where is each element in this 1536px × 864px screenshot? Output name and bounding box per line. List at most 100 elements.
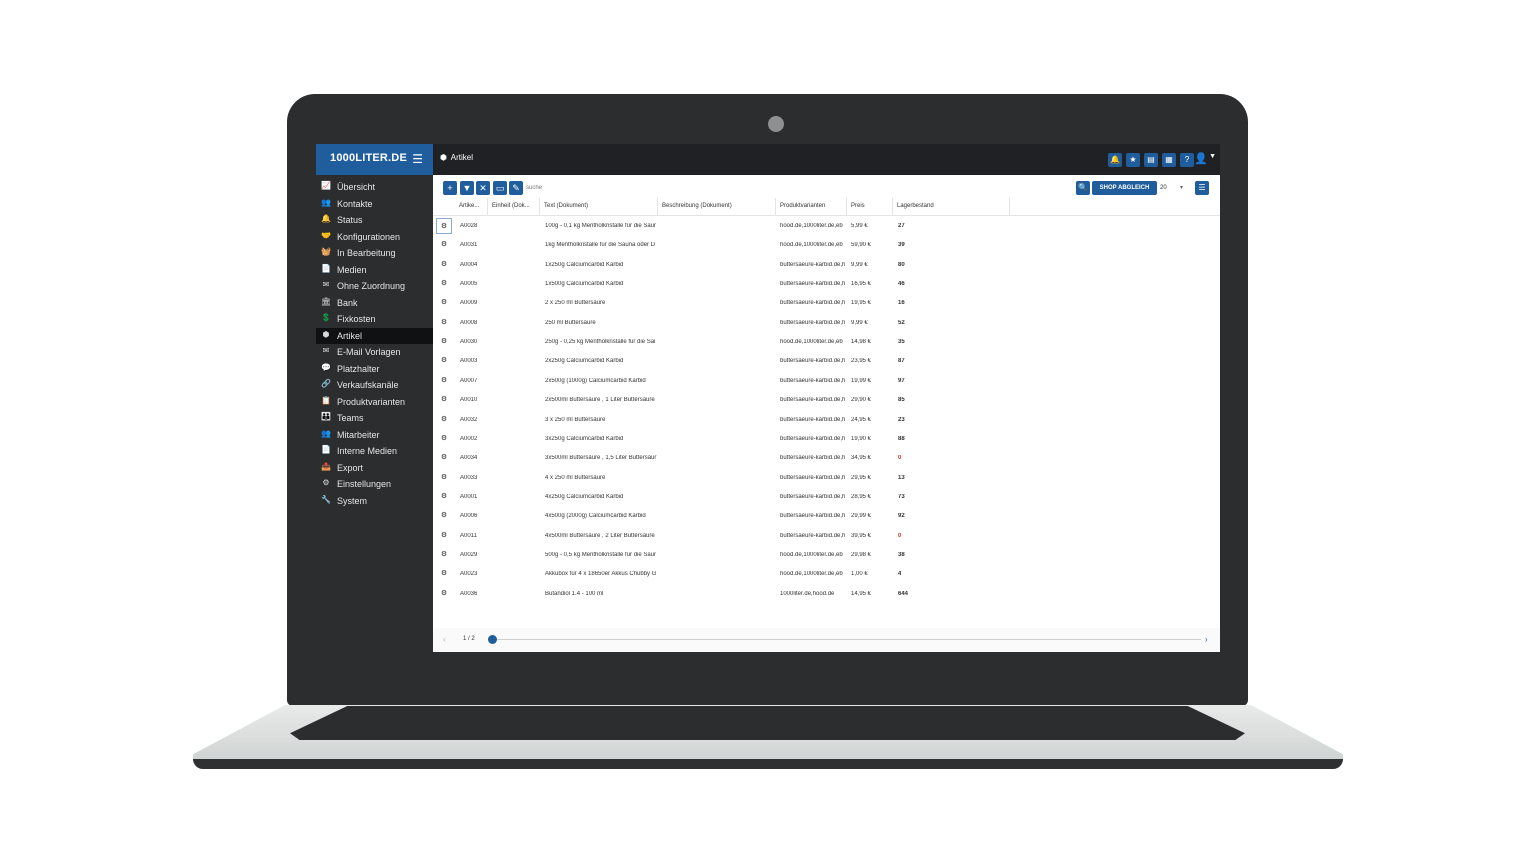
clear-filter-button[interactable]: ✕: [476, 181, 490, 195]
filter-button[interactable]: ▼: [460, 181, 474, 195]
column-header-variants[interactable]: Produktvarianten: [776, 198, 847, 215]
book-icon[interactable]: ▤: [1144, 153, 1158, 167]
gear-icon[interactable]: ⚙: [436, 566, 452, 582]
user-menu-caret-icon[interactable]: ▼: [1209, 153, 1216, 160]
page-size-select[interactable]: 20: [1160, 185, 1167, 191]
gear-icon[interactable]: ⚙: [436, 508, 452, 524]
table-row[interactable]: ⚙ A0034 3x500ml Buttersäure , 1,5 Liter Bu…: [433, 448, 1220, 467]
hamburger-icon[interactable]: ☰: [412, 152, 423, 166]
edit-view-button[interactable]: ✎: [509, 181, 523, 195]
column-list-button[interactable]: ☰: [1195, 181, 1209, 195]
column-header-stock[interactable]: Lagerbestand: [893, 198, 1010, 215]
table-row[interactable]: ⚙ A0028 100g - 0,1 kg Mentholkristalle für…: [433, 216, 1220, 235]
table-row[interactable]: ⚙ A0003 2x250g Calciumcarbid Karbid butters…: [433, 351, 1220, 370]
gear-icon[interactable]: ⚙: [436, 315, 452, 331]
table-row[interactable]: ⚙ A0009 2 x 250 ml Buttersäure buttersaeure…: [433, 293, 1220, 312]
sidebar-item-system[interactable]: 🔧 System: [316, 493, 433, 509]
table-row[interactable]: ⚙ A0030 250g - 0,25 kg Mentholkristalle fü…: [433, 332, 1220, 351]
sidebar-item-produktvarianten[interactable]: 📋 Produktvarianten: [316, 394, 433, 410]
chevron-right-icon[interactable]: ›: [1205, 635, 1208, 644]
cell-stock: 23: [898, 416, 905, 423]
table-row[interactable]: ⚙ A0036 Butandiol 1.4 - 100 ml 1000liter.de…: [433, 584, 1220, 603]
gear-icon[interactable]: ⚙: [436, 470, 452, 486]
gear-icon[interactable]: ⚙: [436, 528, 452, 544]
column-header-price[interactable]: Preis: [847, 198, 893, 215]
sidebar-item-mitarbeiter[interactable]: 👥 Mitarbeiter: [316, 427, 433, 443]
sidebar-item-kontakte[interactable]: 👥 Kontakte: [316, 196, 433, 212]
column-header-article[interactable]: Artike...: [455, 198, 488, 215]
sidebar-item-artikel[interactable]: ⬢ Artikel: [316, 327, 433, 344]
chevron-down-icon[interactable]: ▾: [1180, 184, 1183, 191]
sidebar-item-status[interactable]: 🔔 Status: [316, 212, 433, 228]
table-row[interactable]: ⚙ A0001 4x250g Calciumcarbid Karbid butters…: [433, 487, 1220, 506]
page-scroll-handle[interactable]: [488, 635, 497, 644]
handshake-icon: 🤝: [321, 230, 331, 240]
table-row[interactable]: ⚙ A0002 3x250g Calciumcarbid Karbid butters…: [433, 429, 1220, 448]
calendar-icon[interactable]: ▦: [1162, 153, 1176, 167]
user-icon[interactable]: 👤: [1194, 152, 1208, 165]
sidebar-item-ohne-zuordnung[interactable]: ✉ Ohne Zuordnung: [316, 278, 433, 294]
sidebar-item-platzhalter[interactable]: 💬 Platzhalter: [316, 361, 433, 377]
column-header-description[interactable]: Beschreibung (Dokument): [658, 198, 776, 215]
cell-stock: 16: [898, 300, 905, 307]
cell-variants: buttersaeure-karbid.de,h: [780, 300, 846, 307]
table-row[interactable]: ⚙ A0033 4 x 250 ml Buttersäure buttersaeure…: [433, 468, 1220, 487]
gear-icon[interactable]: ⚙: [436, 431, 452, 447]
cell-article-id: A0028: [460, 223, 478, 229]
gear-icon[interactable]: ⚙: [436, 218, 452, 234]
gear-icon[interactable]: ⚙: [436, 412, 452, 428]
sidebar-item-medien[interactable]: 📄 Medien: [316, 262, 433, 278]
table-row[interactable]: ⚙ A0029 500g - 0,5 kg Mentholkristalle für…: [433, 545, 1220, 564]
table-row[interactable]: ⚙ A0008 250 ml Buttersäure buttersaeure-kar…: [433, 313, 1220, 332]
table-row[interactable]: ⚙ A0032 3 x 250 ml Buttersäure buttersaeure…: [433, 410, 1220, 429]
table-row[interactable]: ⚙ A0004 1x250g Calciumcarbid Karbid butters…: [433, 255, 1220, 274]
sidebar-item-fixkosten[interactable]: 💲 Fixkosten: [316, 311, 433, 327]
column-header-unit[interactable]: Einheit (Dok...: [488, 198, 540, 215]
table-row[interactable]: ⚙ A0023 Akkubox für 4 x 18650er Akkus Chub…: [433, 564, 1220, 583]
brand-logo[interactable]: 1000LITER.DE: [330, 152, 407, 164]
sidebar-item-e-mail-vorlagen[interactable]: ✉ E-Mail Vorlagen: [316, 344, 433, 360]
table-row[interactable]: ⚙ A0006 4x500g (2000g) Calciumcarbid Karbi…: [433, 506, 1220, 525]
add-button[interactable]: +: [443, 181, 457, 195]
table-row[interactable]: ⚙ A0010 2x500ml Buttersäure , 1 Liter Butt…: [433, 390, 1220, 409]
sidebar-item-interne-medien[interactable]: 📄 Interne Medien: [316, 443, 433, 459]
column-header-text[interactable]: Text (Dokument): [540, 198, 658, 215]
gear-icon[interactable]: ⚙: [436, 295, 452, 311]
gear-icon[interactable]: ⚙: [436, 373, 452, 389]
cell-price: 1,00 €: [851, 571, 868, 578]
table-row[interactable]: ⚙ A0005 1x500g Calciumcarbid Karbid butters…: [433, 274, 1220, 293]
gear-icon[interactable]: ⚙: [436, 237, 452, 253]
shop-sync-button[interactable]: SHOP ABGLEICH: [1092, 181, 1157, 195]
gear-icon[interactable]: ⚙: [436, 547, 452, 563]
save-view-button[interactable]: ▭: [493, 181, 507, 195]
sidebar-item-einstellungen[interactable]: ⚙ Einstellungen: [316, 476, 433, 492]
gear-icon[interactable]: ⚙: [436, 586, 452, 602]
gear-icon[interactable]: ⚙: [436, 276, 452, 292]
search-input[interactable]: [526, 182, 666, 194]
cell-variants: hood.de,1000liter.de,eb: [780, 571, 843, 578]
gear-icon[interactable]: ⚙: [436, 489, 452, 505]
file-icon: 📄: [321, 263, 331, 273]
gear-icon[interactable]: ⚙: [436, 392, 452, 408]
sidebar-item-export[interactable]: 📤 Export: [316, 460, 433, 476]
help-icon[interactable]: ?: [1180, 153, 1194, 167]
gear-icon[interactable]: ⚙: [436, 334, 452, 350]
table-row[interactable]: ⚙ A0031 1kg Mentholkristalle für die Sauna…: [433, 235, 1220, 254]
gear-icon[interactable]: ⚙: [436, 450, 452, 466]
bell-icon[interactable]: 🔔: [1108, 153, 1122, 167]
table-row[interactable]: ⚙ A0007 2x500g (1000g) Calciumcarbid Karbi…: [433, 371, 1220, 390]
sidebar-item-verkaufskanäle[interactable]: 🔗 Verkaufskanäle: [316, 377, 433, 393]
star-icon[interactable]: ★: [1126, 153, 1140, 167]
gear-icon[interactable]: ⚙: [436, 257, 452, 273]
sidebar-item-übersicht[interactable]: 📈 Übersicht: [316, 179, 433, 195]
sidebar-item-bank[interactable]: 🏛 Bank: [316, 295, 433, 311]
chevron-left-icon[interactable]: ‹: [443, 635, 446, 644]
page-scroll-track[interactable]: [493, 639, 1201, 640]
gear-icon[interactable]: ⚙: [436, 353, 452, 369]
search-icon[interactable]: 🔍: [1076, 181, 1090, 195]
table-row[interactable]: ⚙ A0011 4x500ml Buttersäure , 2 Liter Butt…: [433, 526, 1220, 545]
cell-variants: buttersaeure-karbid.de,h: [780, 416, 846, 423]
sidebar-item-in-bearbeitung[interactable]: 🧺 In Bearbeitung: [316, 245, 433, 261]
sidebar-item-teams[interactable]: 👪 Teams: [316, 410, 433, 426]
sidebar-item-konfigurationen[interactable]: 🤝 Konfigurationen: [316, 229, 433, 245]
